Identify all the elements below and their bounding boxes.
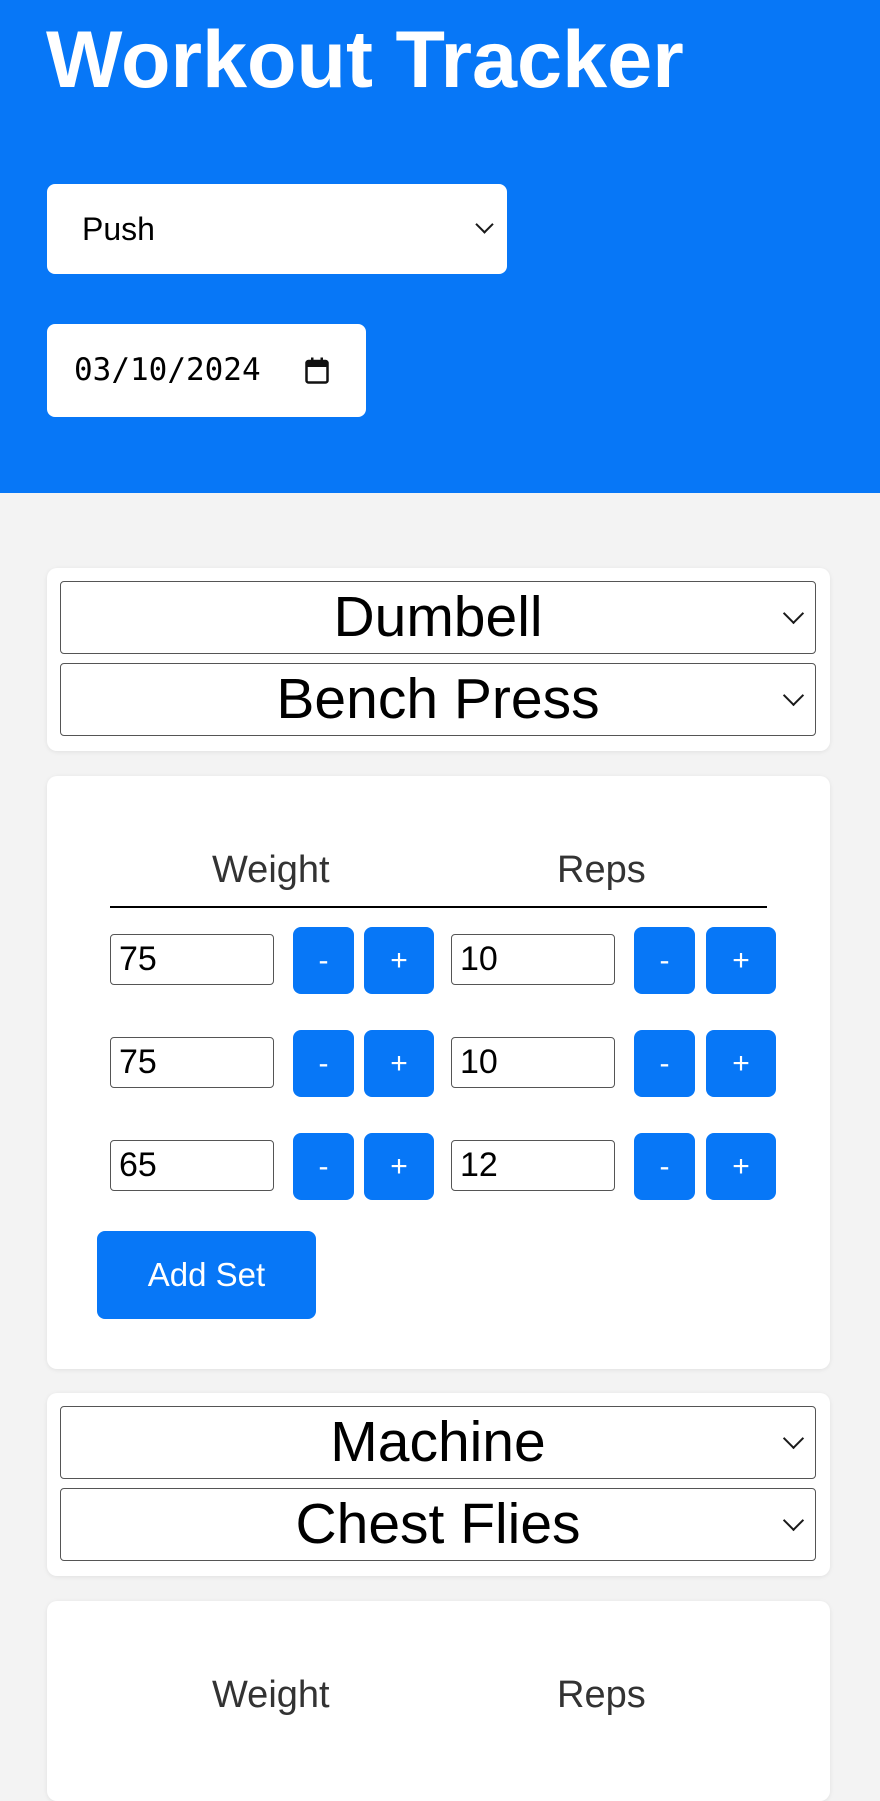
weight-increment-button[interactable]: +: [364, 1030, 434, 1097]
reps-column-header: Reps: [557, 849, 646, 891]
reps-input[interactable]: 10: [451, 1037, 615, 1088]
weight-input[interactable]: 75: [110, 934, 274, 985]
exercise-select[interactable]: Chest Flies: [60, 1488, 816, 1561]
weight-decrement-button[interactable]: -: [293, 927, 354, 994]
reps-increment-button[interactable]: +: [706, 927, 776, 994]
weight-decrement-button[interactable]: -: [293, 1133, 354, 1200]
app-header: Workout Tracker Push 03/10/2024: [0, 0, 880, 493]
reps-decrement-button[interactable]: -: [634, 1133, 695, 1200]
reps-decrement-button[interactable]: -: [634, 1030, 695, 1097]
sets-card: Weight Reps 75 - + 10 - + 75 - + 10 - + …: [47, 776, 830, 1369]
header-divider: [110, 906, 767, 908]
exercise-select[interactable]: Bench Press: [60, 663, 816, 736]
reps-input[interactable]: 10: [451, 934, 615, 985]
page-title: Workout Tracker: [46, 15, 684, 105]
add-set-button[interactable]: Add Set: [97, 1231, 316, 1319]
sets-card: Weight Reps: [47, 1601, 830, 1801]
exercise-value: Chest Flies: [295, 1492, 581, 1556]
reps-input[interactable]: 12: [451, 1140, 615, 1191]
equipment-value: Machine: [330, 1410, 546, 1474]
weight-input[interactable]: 75: [110, 1037, 274, 1088]
weight-input[interactable]: 65: [110, 1140, 274, 1191]
equipment-value: Dumbell: [333, 585, 543, 649]
workout-date-value: 03/10/2024: [74, 352, 261, 388]
exercise-select-card: Machine Chest Flies: [47, 1393, 830, 1576]
calendar-icon[interactable]: [305, 357, 329, 384]
weight-column-header: Weight: [212, 1674, 330, 1716]
weight-increment-button[interactable]: +: [364, 1133, 434, 1200]
weight-decrement-button[interactable]: -: [293, 1030, 354, 1097]
weight-increment-button[interactable]: +: [364, 927, 434, 994]
reps-increment-button[interactable]: +: [706, 1133, 776, 1200]
workout-split-value: Push: [82, 211, 155, 247]
equipment-select[interactable]: Dumbell: [60, 581, 816, 654]
exercise-select-card: Dumbell Bench Press: [47, 568, 830, 751]
workout-date-input[interactable]: 03/10/2024: [47, 324, 366, 417]
reps-increment-button[interactable]: +: [706, 1030, 776, 1097]
reps-decrement-button[interactable]: -: [634, 927, 695, 994]
chevron-down-icon: [475, 215, 494, 234]
exercise-value: Bench Press: [276, 667, 600, 731]
reps-column-header: Reps: [557, 1674, 646, 1716]
equipment-select[interactable]: Machine: [60, 1406, 816, 1479]
workout-split-select[interactable]: Push: [47, 184, 507, 274]
weight-column-header: Weight: [212, 849, 330, 891]
